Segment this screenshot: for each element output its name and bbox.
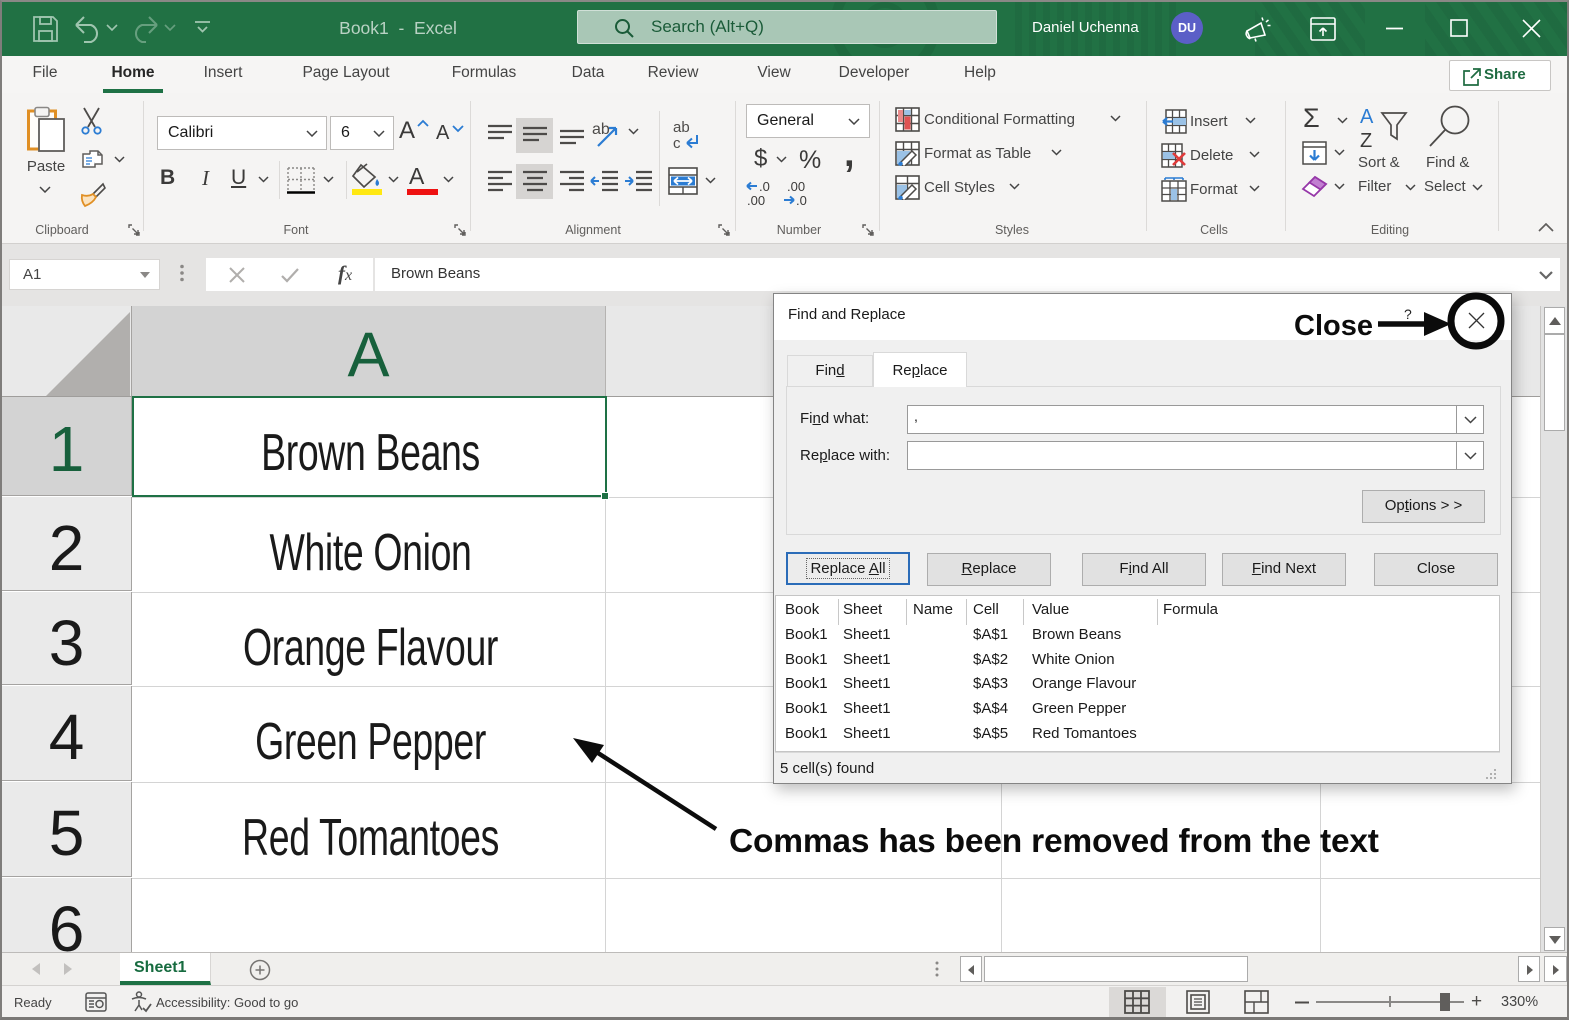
svg-text:.0: .0 <box>796 193 807 207</box>
svg-text:Z: Z <box>1360 130 1372 149</box>
svg-text:.00: .00 <box>747 193 765 207</box>
svg-text:.0: .0 <box>759 179 770 194</box>
svg-text:A: A <box>1360 107 1374 128</box>
svg-text:.00: .00 <box>787 179 805 194</box>
svg-text:c: c <box>673 135 681 151</box>
svg-text:ab: ab <box>673 119 690 136</box>
